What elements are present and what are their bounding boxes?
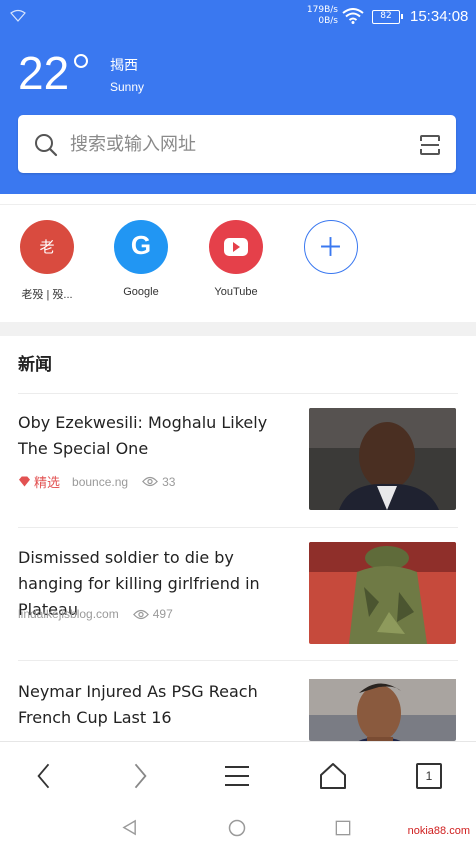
shortcut-grid: 老 老殁 | 殁... G Google YouTube [0,204,476,323]
news-meta: 精选 bounce.ng 33 [18,472,175,491]
weather-city[interactable]: 揭西 [110,55,138,75]
diamond-icon [19,476,30,487]
home-icon [320,763,346,789]
system-back-icon[interactable] [121,819,138,836]
signal-icon [10,9,26,22]
system-nav-bar: nokia88.com [0,809,476,843]
watermark: nokia88.com [407,825,470,837]
search-input[interactable] [70,131,400,157]
view-count: 497 [132,607,173,621]
divider [18,660,458,661]
view-count-value: 33 [162,474,176,489]
forward-button[interactable] [120,758,160,794]
menu-icon [225,766,249,786]
scan-icon[interactable] [418,133,442,157]
news-thumbnail[interactable] [309,408,456,510]
shortcut-youtube[interactable]: YouTube [196,220,276,298]
search-bar[interactable] [18,115,456,173]
divider [18,527,458,528]
news-thumbnail[interactable] [309,542,456,644]
system-home-icon[interactable] [228,819,246,837]
news-item[interactable]: Dismissed soldier to die by hanging for … [0,542,476,665]
home-button[interactable] [313,758,353,794]
menu-button[interactable] [217,758,257,794]
eye-icon [132,609,149,619]
news-source: bounce.ng [72,474,129,489]
bottom-toolbar: 1 [0,741,476,810]
news-thumbnail[interactable] [309,679,456,741]
back-button[interactable] [24,758,64,794]
shortcut-laomo-icon: 老 [20,220,74,274]
shortcut-label: YouTube [214,286,258,298]
news-headline[interactable]: Oby Ezekwesili: Moghalu Likely The Speci… [18,410,290,462]
add-shortcut-button[interactable] [291,220,371,274]
status-bar: 179B/s 0B/s 82 15:34:08 [0,0,476,34]
news-meta: lindaikejisblog.com 497 [18,607,173,621]
battery-icon: 82 [372,10,403,24]
system-recents-icon[interactable] [335,820,351,836]
shortcut-laomo[interactable]: 老 老殁 | 殁... [7,220,87,302]
view-count-value: 497 [152,607,173,621]
header: 179B/s 0B/s 82 15:34:08 22 揭西 Sunny [0,0,476,194]
google-icon: G [114,220,168,274]
temperature[interactable]: 22 [18,48,69,98]
news-section-title: 新闻 [18,355,52,375]
wifi-icon [342,8,364,24]
news-headline[interactable]: Neymar Injured As PSG Reach French Cup L… [18,679,290,731]
network-speed: 179B/s 0B/s [306,5,338,27]
chevron-right-icon [134,763,147,789]
degree-icon [74,54,88,68]
news-source: lindaikejisblog.com [18,607,119,621]
shortcut-label: 老殁 | 殁... [21,289,73,301]
download-speed: 0B/s [318,16,338,26]
youtube-icon [209,220,263,274]
search-icon [35,134,58,157]
clock: 15:34:08 [410,8,469,25]
eye-icon [142,476,159,487]
tabs-button[interactable]: 1 [409,758,449,794]
add-icon [304,220,358,274]
featured-label: 精选 [34,475,61,490]
news-item[interactable]: Neymar Injured As PSG Reach French Cup L… [0,679,476,741]
shortcut-label: Google [123,286,159,298]
chevron-left-icon [37,763,50,789]
tab-count: 1 [416,763,442,789]
view-count: 33 [142,475,175,489]
upload-speed: 179B/s [306,5,338,15]
featured-badge: 精选 [18,472,60,491]
news-item[interactable]: Oby Ezekwesili: Moghalu Likely The Speci… [0,408,476,530]
shortcut-google[interactable]: G Google [101,220,181,298]
weather-condition[interactable]: Sunny [110,80,144,94]
section-divider [0,322,476,336]
divider [18,393,458,394]
